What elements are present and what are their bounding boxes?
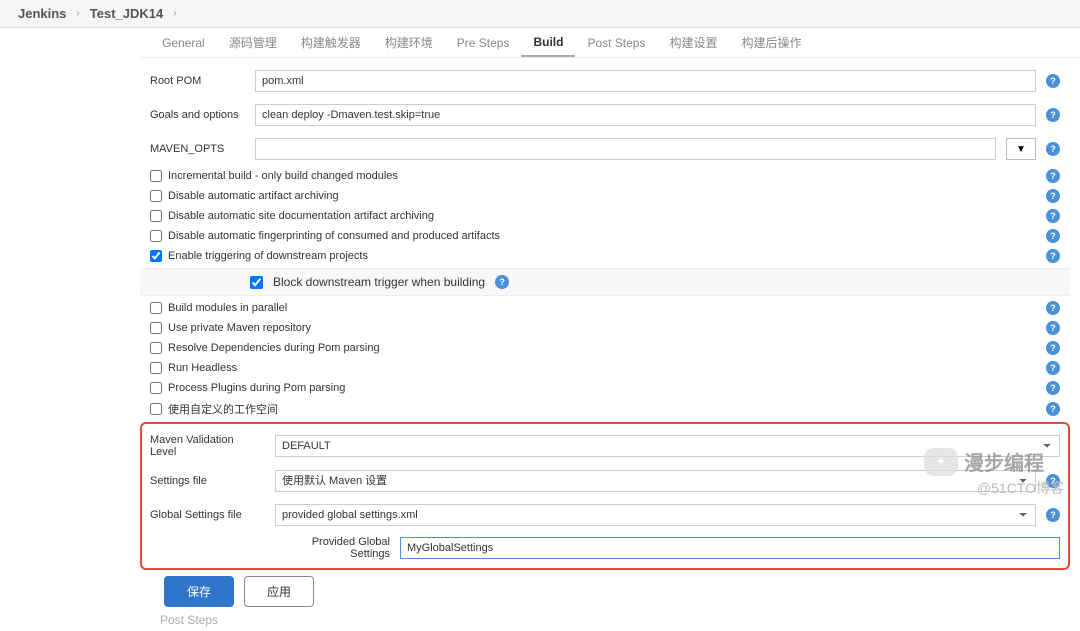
help-icon[interactable]: ?: [1046, 474, 1060, 488]
row-maven-opts: MAVEN_OPTS ▼ ?: [150, 132, 1060, 166]
custom-workspace-checkbox[interactable]: [150, 403, 162, 415]
disable-fingerprint-label: Disable automatic fingerprinting of cons…: [168, 230, 1040, 242]
disable-fingerprint-checkbox[interactable]: [150, 230, 162, 242]
maven-validation-label: Maven Validation Level: [150, 434, 265, 458]
goals-input[interactable]: [255, 104, 1036, 126]
block-downstream-label: Block downstream trigger when building: [273, 275, 485, 289]
help-icon[interactable]: ?: [495, 275, 509, 289]
tab-build[interactable]: Build: [521, 29, 575, 57]
root-pom-input[interactable]: [255, 70, 1036, 92]
help-icon[interactable]: ?: [1046, 301, 1060, 315]
help-icon[interactable]: ?: [1046, 142, 1060, 156]
process-plugins-checkbox[interactable]: [150, 382, 162, 394]
row-root-pom: Root POM ?: [150, 64, 1060, 98]
help-icon[interactable]: ?: [1046, 249, 1060, 263]
goals-label: Goals and options: [150, 109, 245, 121]
resolve-deps-checkbox[interactable]: [150, 342, 162, 354]
row-global-settings-file: Global Settings file provided global set…: [150, 498, 1060, 532]
highlight-box: Maven Validation Level DEFAULT Settings …: [140, 422, 1070, 570]
help-icon[interactable]: ?: [1046, 402, 1060, 416]
private-repo-checkbox[interactable]: [150, 322, 162, 334]
tab-post-steps[interactable]: Post Steps: [575, 30, 657, 56]
custom-workspace-label: 使用自定义的工作空间: [168, 401, 1040, 417]
tab-post-build-actions[interactable]: 构建后操作: [730, 28, 814, 57]
block-downstream-checkbox[interactable]: [250, 276, 263, 289]
row-resolve-deps: Resolve Dependencies during Pom parsing …: [150, 338, 1060, 358]
enable-trigger-label: Enable triggering of downstream projects: [168, 250, 1040, 262]
help-icon[interactable]: ?: [1046, 189, 1060, 203]
help-icon[interactable]: ?: [1046, 341, 1060, 355]
breadcrumb-item-project[interactable]: Test_JDK14: [90, 6, 163, 21]
row-settings-file: Settings file 使用默认 Maven 设置 ?: [150, 464, 1060, 498]
process-plugins-label: Process Plugins during Pom parsing: [168, 382, 1040, 394]
row-provided-global-settings: Provided Global Settings: [150, 532, 1060, 560]
incremental-build-checkbox[interactable]: [150, 170, 162, 182]
incremental-build-label: Incremental build - only build changed m…: [168, 170, 1040, 182]
chevron-right-icon: ›: [76, 8, 79, 19]
disable-site-archiving-checkbox[interactable]: [150, 210, 162, 222]
help-icon[interactable]: ?: [1046, 108, 1060, 122]
row-custom-workspace: 使用自定义的工作空间 ?: [150, 398, 1060, 420]
help-icon[interactable]: ?: [1046, 381, 1060, 395]
advanced-dropdown-button[interactable]: ▼: [1006, 138, 1036, 160]
row-process-plugins: Process Plugins during Pom parsing ?: [150, 378, 1060, 398]
help-icon[interactable]: ?: [1046, 229, 1060, 243]
tab-general[interactable]: General: [150, 30, 217, 56]
provided-global-settings-input[interactable]: [400, 537, 1060, 559]
row-enable-trigger: Enable triggering of downstream projects…: [150, 246, 1060, 266]
tab-build-triggers[interactable]: 构建触发器: [289, 28, 373, 57]
row-maven-validation: Maven Validation Level DEFAULT: [150, 428, 1060, 464]
row-block-downstream: Block downstream trigger when building ?: [140, 268, 1070, 296]
maven-opts-label: MAVEN_OPTS: [150, 143, 245, 155]
private-repo-label: Use private Maven repository: [168, 322, 1040, 334]
post-steps-section-heading: Post Steps: [150, 609, 1060, 631]
row-incremental-build: Incremental build - only build changed m…: [150, 166, 1060, 186]
row-disable-fingerprint: Disable automatic fingerprinting of cons…: [150, 226, 1060, 246]
disable-archiving-label: Disable automatic artifact archiving: [168, 190, 1040, 202]
maven-opts-input[interactable]: [255, 138, 996, 160]
root-pom-label: Root POM: [150, 75, 245, 87]
global-settings-file-select[interactable]: provided global settings.xml: [275, 504, 1036, 526]
row-disable-archiving: Disable automatic artifact archiving ?: [150, 186, 1060, 206]
disable-site-archiving-label: Disable automatic site documentation art…: [168, 210, 1040, 222]
breadcrumb-item-jenkins[interactable]: Jenkins: [18, 6, 66, 21]
help-icon[interactable]: ?: [1046, 321, 1060, 335]
tab-pre-steps[interactable]: Pre Steps: [445, 30, 522, 56]
row-headless: Run Headless ?: [150, 358, 1060, 378]
help-icon[interactable]: ?: [1046, 74, 1060, 88]
enable-trigger-checkbox[interactable]: [150, 250, 162, 262]
settings-file-select[interactable]: 使用默认 Maven 设置: [275, 470, 1036, 492]
global-settings-file-label: Global Settings file: [150, 509, 265, 521]
settings-file-label: Settings file: [150, 475, 265, 487]
build-parallel-label: Build modules in parallel: [168, 302, 1040, 314]
help-icon[interactable]: ?: [1046, 508, 1060, 522]
provided-global-settings-label: Provided Global Settings: [270, 536, 390, 560]
config-tabs: General 源码管理 构建触发器 构建环境 Pre Steps Build …: [140, 28, 1080, 58]
disable-archiving-checkbox[interactable]: [150, 190, 162, 202]
headless-label: Run Headless: [168, 362, 1040, 374]
tab-build-settings[interactable]: 构建设置: [657, 28, 729, 57]
help-icon[interactable]: ?: [1046, 169, 1060, 183]
tab-build-environment[interactable]: 构建环境: [373, 28, 445, 57]
breadcrumb: Jenkins › Test_JDK14 ›: [0, 0, 1080, 28]
tab-source-management[interactable]: 源码管理: [217, 28, 289, 57]
button-bar: 保存 应用: [164, 576, 1060, 607]
headless-checkbox[interactable]: [150, 362, 162, 374]
row-build-parallel: Build modules in parallel ?: [150, 298, 1060, 318]
row-disable-site-archiving: Disable automatic site documentation art…: [150, 206, 1060, 226]
apply-button[interactable]: 应用: [244, 576, 314, 607]
row-goals: Goals and options ?: [150, 98, 1060, 132]
chevron-right-icon: ›: [173, 8, 176, 19]
resolve-deps-label: Resolve Dependencies during Pom parsing: [168, 342, 1040, 354]
help-icon[interactable]: ?: [1046, 361, 1060, 375]
save-button[interactable]: 保存: [164, 576, 234, 607]
maven-validation-select[interactable]: DEFAULT: [275, 435, 1060, 457]
help-icon[interactable]: ?: [1046, 209, 1060, 223]
build-parallel-checkbox[interactable]: [150, 302, 162, 314]
row-private-repo: Use private Maven repository ?: [150, 318, 1060, 338]
